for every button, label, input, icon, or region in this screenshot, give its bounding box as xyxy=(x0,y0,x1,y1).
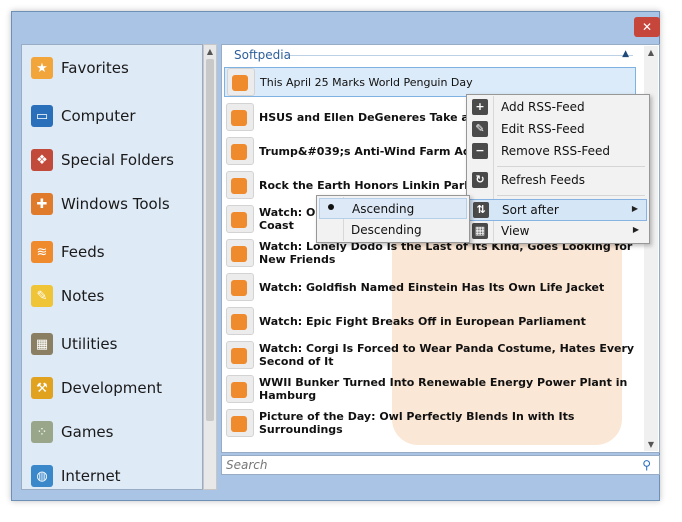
rss-icon: ≋ xyxy=(31,241,53,263)
rss-feed-icon xyxy=(226,103,254,131)
globe-icon: ◍ xyxy=(31,465,53,487)
submenu-arrow-icon: ▶ xyxy=(631,204,638,213)
rss-feed-icon xyxy=(226,409,254,437)
rss-feed-icon xyxy=(226,137,254,165)
sidebar-item-games[interactable]: ⁘ Games xyxy=(31,419,113,445)
feed-item-title: WWII Bunker Turned Into Renewable Energy… xyxy=(259,376,628,402)
feed-item-title: This April 25 Marks World Penguin Day xyxy=(260,75,473,89)
sidebar-scrollbar[interactable]: ▲ xyxy=(203,44,217,490)
pencil-icon: ✎ xyxy=(472,121,488,137)
sidebar-item-special-folders[interactable]: ❖ Special Folders xyxy=(31,147,174,173)
feed-item-title: Watch: Epic Fight Breaks Off in European… xyxy=(259,314,586,328)
sidebar-item-internet[interactable]: ◍ Internet xyxy=(31,463,121,489)
collapse-group-icon[interactable]: ▲ xyxy=(622,49,629,59)
menu-item-label: Edit RSS-Feed xyxy=(501,122,585,136)
menu-item-sort-after[interactable]: ⇅ Sort after ▶ xyxy=(469,199,647,221)
menu-item-remove-rss-feed[interactable]: − Remove RSS-Feed xyxy=(469,141,647,163)
sidebar-item-label: Feeds xyxy=(61,243,105,261)
menu-item-descending[interactable]: Descending xyxy=(319,220,467,241)
rss-feed-icon xyxy=(226,307,254,335)
scroll-up-icon[interactable]: ▲ xyxy=(644,48,658,57)
sidebar-item-label: Windows Tools xyxy=(61,195,170,213)
menu-item-view[interactable]: ▦ View ▶ xyxy=(469,221,647,243)
radio-bullet-icon xyxy=(328,204,334,210)
rss-feed-icon xyxy=(226,341,254,369)
sidebar-item-utilities[interactable]: ▦ Utilities xyxy=(31,331,117,357)
feed-item[interactable]: Watch: Epic Fight Breaks Off in European… xyxy=(224,306,636,336)
feed-item-title-line2: Coast xyxy=(259,219,294,232)
sort-submenu: Ascending Descending xyxy=(316,195,470,243)
close-button[interactable]: ✕ xyxy=(634,17,660,37)
category-sidebar: ★ Favorites ▭ Computer ❖ Special Folders… xyxy=(21,44,203,490)
plus-icon: + xyxy=(472,99,488,115)
scroll-up-icon[interactable]: ▲ xyxy=(204,47,216,56)
sidebar-item-label: Computer xyxy=(61,107,136,125)
rss-feed-icon xyxy=(227,68,255,96)
feed-item-title: Trump&#039;s Anti-Wind Farm Ad Ban xyxy=(259,144,499,158)
monitor-icon: ▭ xyxy=(31,105,53,127)
dice-icon: ⁘ xyxy=(31,421,53,443)
menu-item-refresh-feeds[interactable]: ↻ Refresh Feeds xyxy=(469,170,647,192)
rss-feed-icon xyxy=(226,171,254,199)
context-menu: + Add RSS-Feed ✎ Edit RSS-Feed − Remove … xyxy=(466,94,650,244)
sidebar-item-label: Development xyxy=(61,379,162,397)
sidebar-item-label: Favorites xyxy=(61,59,129,77)
menu-item-label: Descending xyxy=(351,223,422,237)
sidebar-item-favorites[interactable]: ★ Favorites xyxy=(31,55,129,81)
sidebar-item-label: Internet xyxy=(61,467,121,485)
menu-item-label: Refresh Feeds xyxy=(501,173,586,187)
tools-icon: ✚ xyxy=(31,193,53,215)
sidebar-item-label: Special Folders xyxy=(61,151,174,169)
feed-item[interactable]: This April 25 Marks World Penguin Day xyxy=(224,67,636,97)
search-input[interactable]: Search ⚲ xyxy=(221,455,660,475)
sidebar-item-development[interactable]: ⚒ Development xyxy=(31,375,162,401)
sidebar-item-label: Notes xyxy=(61,287,105,305)
sidebar-item-label: Games xyxy=(61,423,114,441)
menu-item-label: Sort after xyxy=(502,203,559,217)
rss-feed-icon xyxy=(226,375,254,403)
search-icon[interactable]: ⚲ xyxy=(642,458,651,472)
notes-icon: ✎ xyxy=(31,285,53,307)
sidebar-item-notes[interactable]: ✎ Notes xyxy=(31,283,104,309)
menu-separator xyxy=(497,166,645,167)
header-divider xyxy=(290,55,633,56)
calculator-icon: ▦ xyxy=(31,333,53,355)
search-placeholder: Search xyxy=(226,458,268,472)
sidebar-item-computer[interactable]: ▭ Computer xyxy=(31,103,136,129)
menu-item-label: Remove RSS-Feed xyxy=(501,144,611,158)
feed-item-title: Picture of the Day: Owl Perfectly Blends… xyxy=(259,410,575,436)
menu-item-ascending[interactable]: Ascending xyxy=(319,198,467,219)
rss-feed-icon xyxy=(226,239,254,267)
menu-item-add-rss-feed[interactable]: + Add RSS-Feed xyxy=(469,97,647,119)
rss-feed-icon xyxy=(226,205,254,233)
sidebar-scroll-thumb[interactable] xyxy=(206,59,214,421)
feed-item[interactable]: Watch: Corgi Is Forced to Wear Panda Cos… xyxy=(224,340,636,370)
feed-item-title: Watch: Goldfish Named Einstein Has Its O… xyxy=(259,280,605,294)
feed-group-header: Softpedia xyxy=(234,48,291,62)
sidebar-item-label: Utilities xyxy=(61,335,118,353)
menu-item-edit-rss-feed[interactable]: ✎ Edit RSS-Feed xyxy=(469,119,647,141)
windows-logo-icon: ❖ xyxy=(31,149,53,171)
menu-item-label: Add RSS-Feed xyxy=(501,100,585,114)
sidebar-item-feeds[interactable]: ≋ Feeds xyxy=(31,239,105,265)
star-icon: ★ xyxy=(31,57,53,79)
grid-view-icon: ▦ xyxy=(472,223,488,239)
menu-item-label: View xyxy=(501,224,530,238)
feed-item-title: Watch: Corgi Is Forced to Wear Panda Cos… xyxy=(259,342,635,368)
menu-item-label: Ascending xyxy=(352,202,415,216)
feed-item[interactable]: Picture of the Day: Owl Perfectly Blends… xyxy=(224,408,636,438)
rss-feed-icon xyxy=(226,273,254,301)
minus-icon: − xyxy=(472,143,488,159)
refresh-icon: ↻ xyxy=(472,172,488,188)
scroll-down-icon[interactable]: ▼ xyxy=(644,440,658,449)
sidebar-item-windows-tools[interactable]: ✚ Windows Tools xyxy=(31,191,170,217)
submenu-arrow-icon: ▶ xyxy=(632,225,639,234)
sort-icon: ⇅ xyxy=(473,202,489,218)
feed-item[interactable]: Watch: Goldfish Named Einstein Has Its O… xyxy=(224,272,636,302)
menu-separator xyxy=(497,195,645,196)
construction-icon: ⚒ xyxy=(31,377,53,399)
feed-item[interactable]: WWII Bunker Turned Into Renewable Energy… xyxy=(224,374,636,404)
